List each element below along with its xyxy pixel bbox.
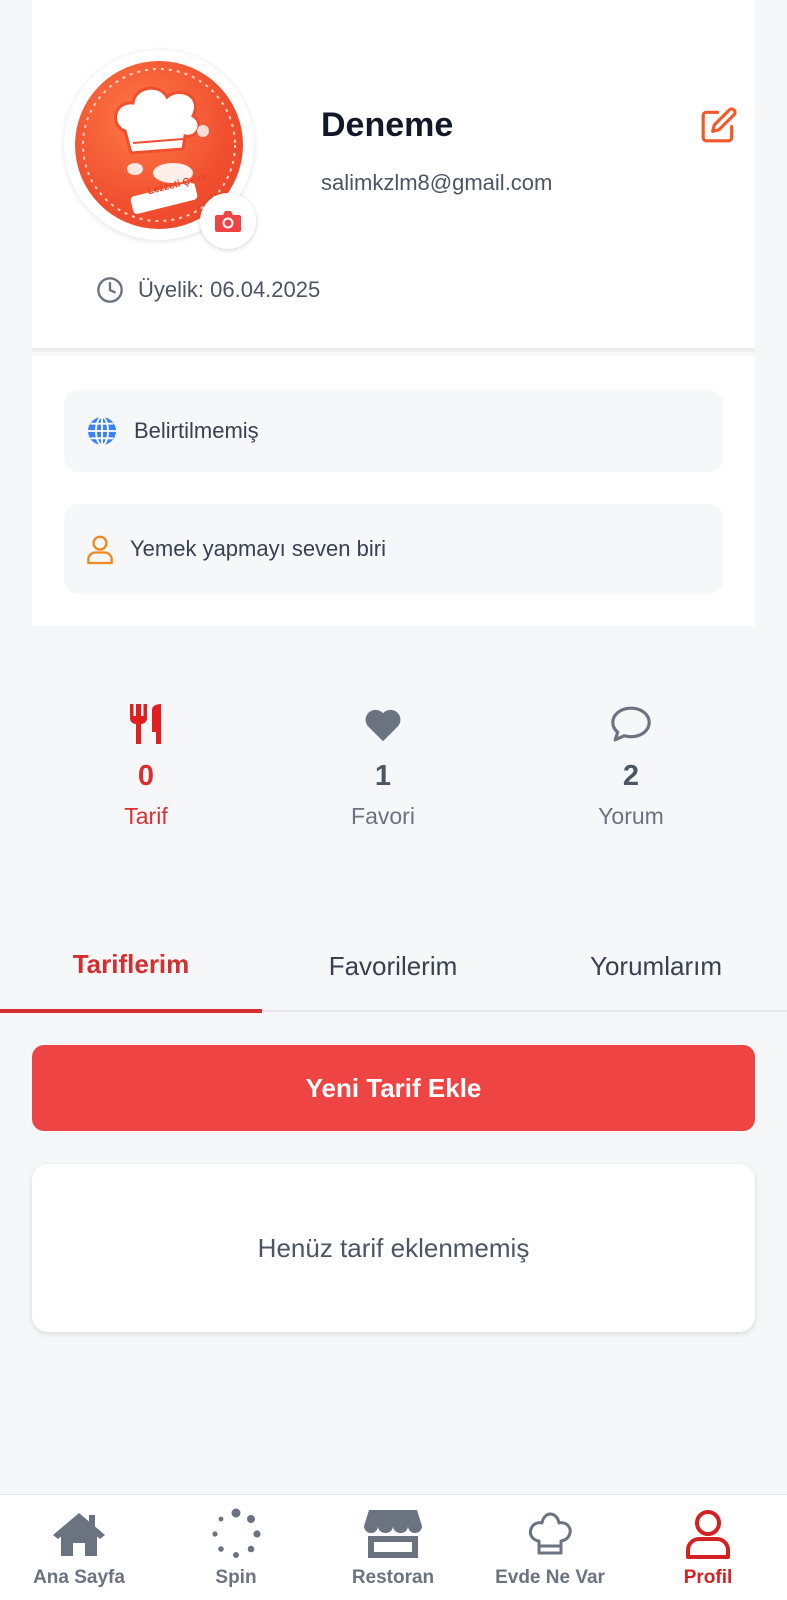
membership-date-text: Üyelik: 06.04.2025	[138, 277, 321, 302]
edit-profile-button[interactable]	[698, 104, 740, 146]
nav-profile-label: Profil	[683, 1567, 733, 1588]
home-icon	[53, 1513, 105, 1556]
user-email: salimkzlm8@gmail.com	[321, 170, 553, 195]
clock-icon	[97, 277, 123, 303]
bio-row: Yemek yapmayı seven biri	[64, 504, 723, 594]
user-bio-icon	[87, 535, 113, 565]
profile-tabs: Tariflerim Favorilerim Yorumlarım	[0, 920, 787, 1013]
nav-what-at-home[interactable]: Evde Ne Var	[480, 1507, 620, 1589]
nav-home-label: Ana Sayfa	[33, 1567, 125, 1588]
membership-date: Üyelik: 06.04.2025	[96, 274, 320, 306]
store-icon	[364, 1510, 422, 1558]
profile-header-card: Lezzeti Çevir Deneme salimkzlm8@gmail.co…	[32, 0, 755, 352]
chef-hat-icon	[528, 1512, 572, 1555]
user-icon	[686, 1510, 730, 1559]
empty-state-text: Henüz tarif eklenmemiş	[257, 1232, 530, 1263]
tab-favorites[interactable]: Favorilerim	[262, 920, 524, 1012]
location-text: Belirtilmemiş	[134, 418, 259, 443]
camera-icon	[215, 211, 241, 232]
nav-restaurant-label: Restoran	[351, 1567, 435, 1588]
change-photo-button[interactable]	[200, 193, 256, 249]
edit-icon	[701, 107, 737, 143]
add-recipe-button[interactable]: Yeni Tarif Ekle	[32, 1045, 755, 1131]
spin-icon	[212, 1508, 261, 1558]
heart-icon	[365, 709, 401, 742]
stat-favorites-value: 1	[374, 760, 392, 792]
fork-knife-icon	[130, 704, 161, 744]
stat-recipes-label: Tarif	[124, 803, 168, 829]
nav-spin-label: Spin	[215, 1567, 257, 1588]
profile-info-card: Belirtilmemiş Yemek yapmayı seven biri	[32, 356, 755, 626]
stat-favorites-label: Favori	[351, 803, 415, 829]
tab-comments[interactable]: Yorumlarım	[525, 920, 787, 1012]
nav-spin[interactable]: Spin	[166, 1507, 306, 1589]
globe-icon	[88, 416, 116, 446]
nav-home[interactable]: Ana Sayfa	[9, 1507, 149, 1589]
empty-state-card: Henüz tarif eklenmemiş	[32, 1164, 755, 1332]
nav-what-at-home-label: Evde Ne Var	[495, 1567, 605, 1588]
stat-comments-label: Yorum	[598, 803, 664, 829]
bio-text: Yemek yapmayı seven biri	[130, 536, 386, 561]
profile-stats: 0 Tarif 1 Favori 2 Yorum	[0, 700, 787, 850]
stat-comments-value: 2	[622, 760, 640, 792]
nav-restaurant[interactable]: Restoran	[323, 1507, 463, 1589]
stat-recipes[interactable]: 0 Tarif	[66, 700, 226, 830]
user-name: Deneme	[321, 106, 454, 144]
stat-favorites[interactable]: 1 Favori	[303, 700, 463, 830]
tab-recipes[interactable]: Tariflerim	[0, 920, 262, 1013]
stat-recipes-value: 0	[137, 760, 155, 792]
nav-profile[interactable]: Profil	[638, 1507, 778, 1589]
bottom-nav: Ana Sayfa Spin Restoran Evde Ne Var Prof…	[0, 1494, 787, 1600]
comment-icon	[611, 706, 651, 742]
stat-comments[interactable]: 2 Yorum	[551, 700, 711, 830]
location-row: Belirtilmemiş	[64, 390, 723, 472]
